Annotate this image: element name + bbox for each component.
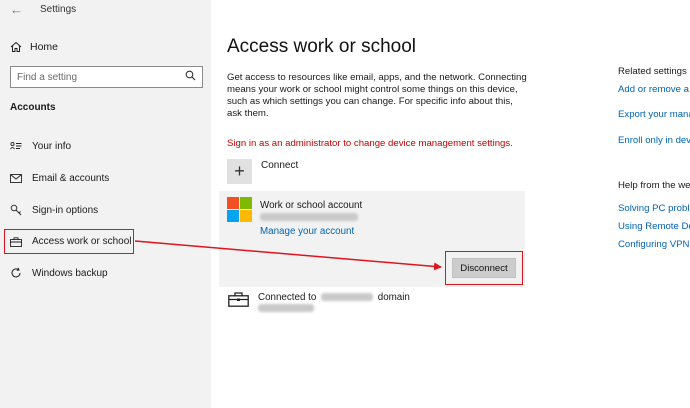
help-link-vpn[interactable]: Configuring VPN (618, 239, 689, 250)
sidebar-item-access-work-or-school[interactable]: Access work or school (4, 229, 134, 254)
connect-label: Connect (261, 160, 299, 171)
briefcase-icon (10, 236, 22, 248)
sidebar-item-label: Windows backup (32, 267, 108, 279)
domain-prefix: Connected to (258, 292, 317, 303)
plus-icon: + (227, 159, 252, 184)
back-arrow-icon[interactable]: ← (10, 2, 23, 17)
accounts-section-label: Accounts (10, 102, 56, 113)
related-link-enroll[interactable]: Enroll only in devi (618, 135, 690, 146)
help-link-solving[interactable]: Solving PC proble (618, 203, 690, 214)
page-description: Get access to resources like email, apps… (227, 72, 527, 119)
key-icon (10, 204, 22, 216)
search-input[interactable] (17, 71, 177, 83)
person-card-icon (10, 140, 22, 152)
sidebar-item-windows-backup[interactable]: Windows backup (10, 264, 108, 282)
account-name: Work or school account (260, 200, 363, 211)
domain-suffix: domain (377, 292, 410, 303)
manage-account-link[interactable]: Manage your account (260, 226, 354, 237)
app-title: Settings (40, 4, 77, 15)
home-label: Home (30, 41, 59, 53)
sync-icon (10, 267, 22, 279)
admin-warning: Sign in as an administrator to change de… (227, 138, 513, 149)
nav-home[interactable]: Home (10, 38, 58, 56)
microsoft-logo-icon (227, 197, 252, 223)
related-settings-heading: Related settings (618, 66, 687, 77)
sidebar: ← Settings Home Accounts Your info Email… (0, 0, 211, 408)
connect-button[interactable]: + Connect (227, 159, 298, 184)
domain-name-redacted (321, 293, 374, 301)
sidebar-item-email-accounts[interactable]: Email & accounts (10, 169, 109, 187)
sidebar-item-label: Email & accounts (32, 172, 110, 184)
sidebar-item-label: Your info (32, 140, 72, 152)
disconnect-highlight: Disconnect (445, 251, 523, 285)
disconnect-button[interactable]: Disconnect (452, 258, 516, 278)
domain-connection: Connected to domain (228, 292, 410, 316)
home-icon (10, 41, 22, 53)
help-heading: Help from the we (618, 180, 690, 191)
sidebar-item-your-info[interactable]: Your info (10, 137, 71, 155)
related-link-add-remove[interactable]: Add or remove a p (618, 84, 690, 95)
search-icon[interactable] (185, 68, 196, 86)
help-link-remote[interactable]: Using Remote De (618, 221, 690, 232)
briefcase-icon (228, 292, 249, 316)
domain-line: Connected to domain (258, 292, 410, 304)
page-title: Access work or school (227, 36, 417, 57)
account-email-redacted (260, 213, 358, 221)
sidebar-item-label: Access work or school (32, 236, 132, 247)
mail-icon (10, 172, 22, 184)
domain-user-redacted (258, 304, 314, 312)
sidebar-item-label: Sign-in options (32, 204, 99, 216)
related-link-export[interactable]: Export your mana (618, 109, 690, 120)
search-box[interactable] (10, 66, 203, 88)
sidebar-item-sign-in-options[interactable]: Sign-in options (10, 201, 98, 219)
related-panel: Related settings Add or remove a p Expor… (618, 66, 690, 266)
